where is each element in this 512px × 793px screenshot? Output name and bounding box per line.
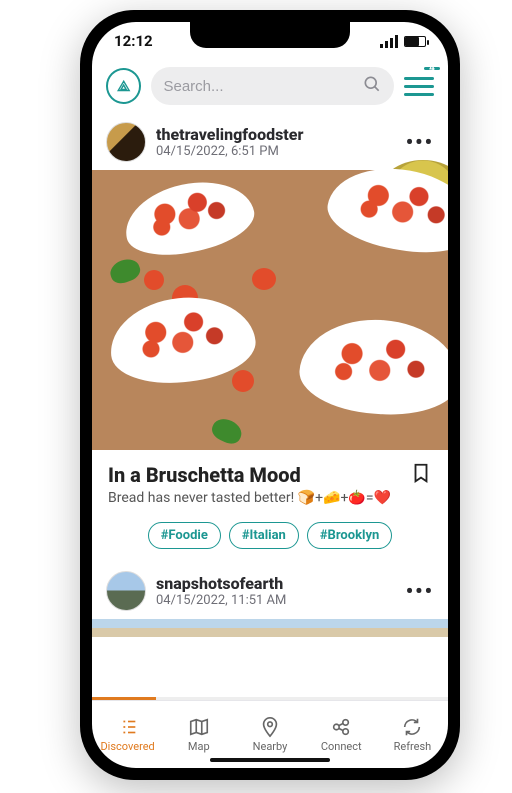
post-image[interactable]	[92, 619, 448, 637]
nav-label: Map	[188, 740, 210, 753]
tag[interactable]: #Italian	[229, 522, 299, 549]
nav-label: Refresh	[394, 740, 432, 753]
nav-label: Connect	[321, 740, 362, 753]
tag[interactable]: #Foodie	[148, 522, 221, 549]
food-decor	[232, 370, 254, 392]
post-options-button[interactable]: •••	[406, 130, 434, 154]
avatar[interactable]	[106, 122, 146, 162]
nav-label: Discovered	[100, 740, 154, 753]
search-input[interactable]	[163, 78, 362, 95]
post-image[interactable]	[92, 170, 448, 450]
connect-icon	[330, 716, 352, 738]
post-tags: #Foodie #Italian #Brooklyn	[92, 514, 448, 561]
search-icon	[362, 74, 382, 98]
status-icons	[380, 35, 426, 48]
post-meta: thetravelingfoodster 04/15/2022, 6:51 PM	[156, 125, 396, 159]
food-decor	[118, 171, 259, 265]
food-decor	[252, 268, 276, 290]
post: snapshotsofearth 04/15/2022, 11:51 AM ••…	[92, 561, 448, 637]
post-body: In a Bruschetta Mood Bread has never tas…	[92, 450, 448, 514]
bookmark-icon[interactable]	[410, 462, 432, 488]
post-header: snapshotsofearth 04/15/2022, 11:51 AM ••…	[92, 561, 448, 619]
home-indicator	[210, 758, 330, 762]
search-field[interactable]	[151, 67, 394, 105]
food-decor	[209, 415, 245, 448]
post-description: Bread has never tasted better! 🍞+🧀+🍅=❤️	[108, 490, 432, 506]
feed[interactable]: thetravelingfoodster 04/15/2022, 6:51 PM…	[92, 112, 448, 697]
pin-icon	[259, 716, 281, 738]
menu-button[interactable]: 4	[404, 73, 434, 100]
map-icon	[188, 716, 210, 738]
nav-refresh[interactable]: Refresh	[377, 701, 448, 768]
tag[interactable]: #Brooklyn	[307, 522, 392, 549]
list-icon	[117, 716, 139, 738]
phone-frame: 12:12 ⟁ 4	[80, 10, 460, 780]
post-header: thetravelingfoodster 04/15/2022, 6:51 PM…	[92, 112, 448, 170]
signal-icon	[380, 35, 398, 48]
clock: 12:12	[114, 32, 153, 50]
food-decor	[297, 315, 448, 420]
avatar[interactable]	[106, 571, 146, 611]
post-date: 04/15/2022, 6:51 PM	[156, 144, 396, 159]
refresh-icon	[401, 716, 423, 738]
post-username[interactable]: snapshotsofearth	[156, 574, 396, 593]
post-options-button[interactable]: •••	[406, 579, 434, 603]
screen: 12:12 ⟁ 4	[92, 22, 448, 768]
notification-badge: 4	[424, 67, 440, 70]
nav-label: Nearby	[253, 740, 288, 753]
post-date: 04/15/2022, 11:51 AM	[156, 593, 396, 608]
top-bar: ⟁ 4	[92, 60, 448, 112]
post-username[interactable]: thetravelingfoodster	[156, 125, 396, 144]
post-title: In a Bruschetta Mood	[108, 463, 301, 487]
post: thetravelingfoodster 04/15/2022, 6:51 PM…	[92, 112, 448, 561]
battery-icon	[404, 36, 426, 47]
nav-discovered[interactable]: Discovered	[92, 701, 163, 768]
notch	[190, 22, 350, 48]
food-decor	[144, 270, 164, 290]
food-decor	[107, 256, 143, 287]
post-meta: snapshotsofearth 04/15/2022, 11:51 AM	[156, 574, 396, 608]
app-logo[interactable]: ⟁	[106, 68, 141, 104]
